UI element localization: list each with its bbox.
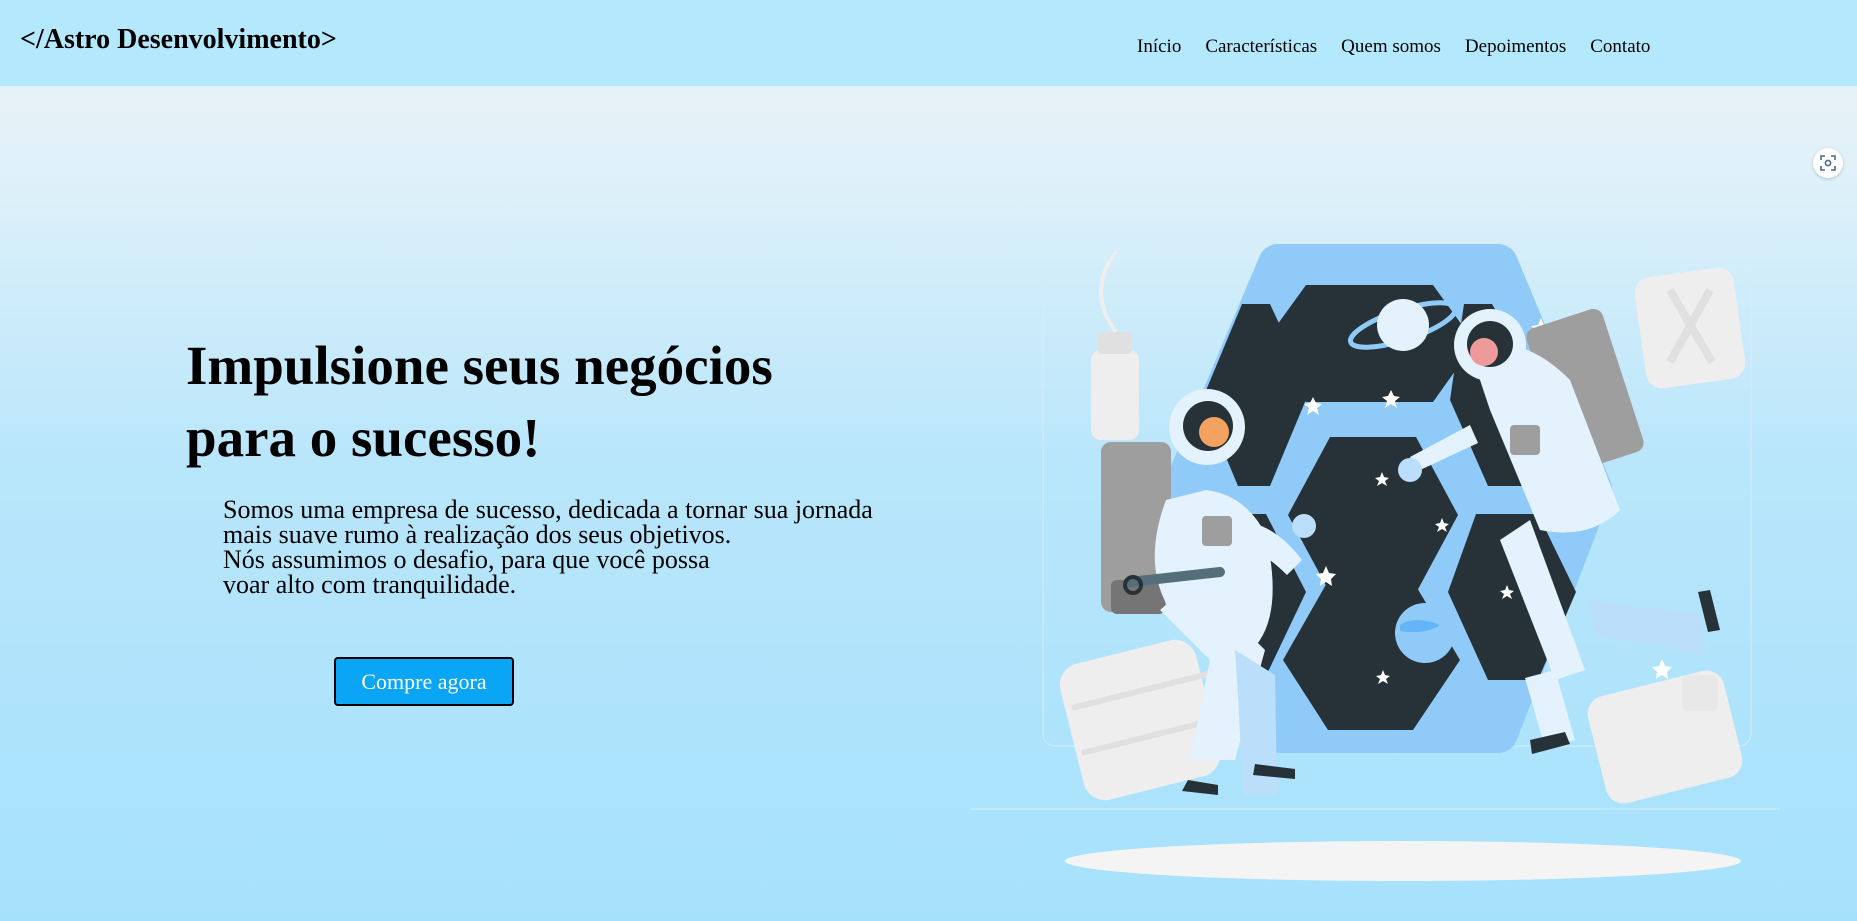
nav-link-contato[interactable]: Contato [1590,36,1650,58]
hero-description: Somos uma empresa de sucesso, dedicada a… [223,495,873,599]
hero-title: Impulsione seus negócios para o sucesso! [186,330,773,474]
hero-description-line: voar alto com tranquilidade. [223,570,517,599]
buy-now-button[interactable]: Compre agora [334,657,514,706]
main-nav: Início Características Quem somos Depoim… [1137,36,1650,58]
hero-description-line: Somos uma empresa de sucesso, dedicada a… [223,495,873,524]
nav-link-inicio[interactable]: Início [1137,36,1181,58]
hero-title-line: para o sucesso! [186,407,541,468]
hero-description-line: Nós assumimos o desafio, para que você p… [223,545,710,574]
hero-description-line: mais suave rumo à realização dos seus ob… [223,520,732,549]
astronauts-hexagon-illustration [970,244,1780,881]
hero-title-line: Impulsione seus negócios [186,335,773,396]
site-header: </Astro Desenvolvimento> Início Caracter… [0,0,1857,86]
site-logo[interactable]: </Astro Desenvolvimento> [20,24,337,56]
nav-link-caracteristicas[interactable]: Características [1205,36,1317,58]
scan-icon [1820,155,1836,171]
nav-link-depoimentos[interactable]: Depoimentos [1465,36,1566,58]
nav-link-quem-somos[interactable]: Quem somos [1341,36,1441,58]
scan-button[interactable] [1813,148,1843,178]
